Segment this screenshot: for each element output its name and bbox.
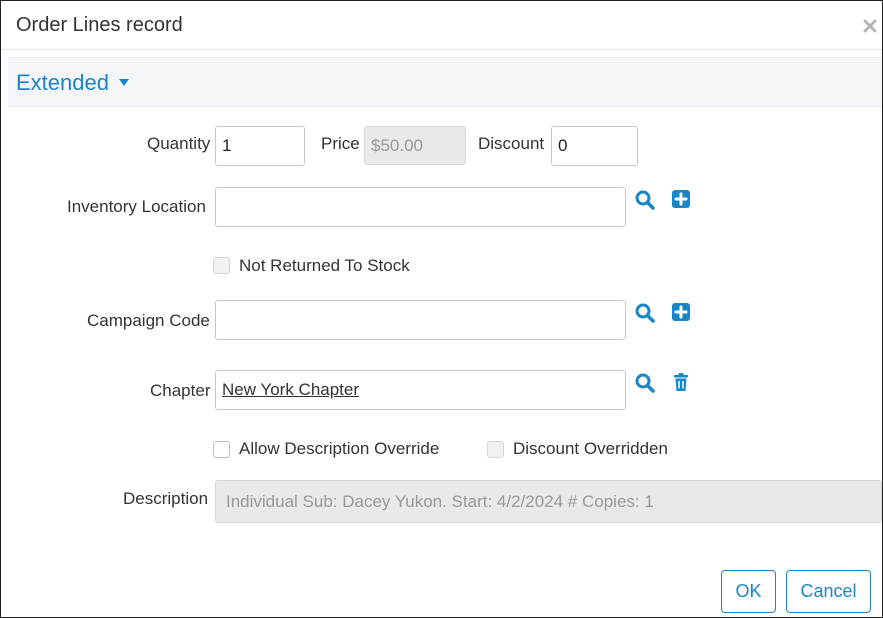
- section-title: Extended: [16, 70, 109, 95]
- plus-square-icon[interactable]: [670, 188, 692, 210]
- description-input: [215, 480, 882, 523]
- search-icon[interactable]: [634, 302, 656, 324]
- not-returned-to-stock-label: Not Returned To Stock: [239, 256, 410, 275]
- allow-description-override-label: Allow Description Override: [239, 439, 440, 458]
- chapter-field[interactable]: New York Chapter: [215, 370, 626, 410]
- description-label: Description: [123, 489, 209, 508]
- discount-input[interactable]: [551, 126, 638, 166]
- chapter-link[interactable]: New York Chapter: [222, 380, 359, 400]
- price-label: Price: [321, 134, 360, 153]
- quantity-label: Quantity: [147, 134, 211, 153]
- plus-square-icon[interactable]: [670, 301, 692, 323]
- discount-overridden-label: Discount Overridden: [513, 439, 668, 458]
- not-returned-to-stock-checkbox[interactable]: [213, 257, 230, 274]
- section-header-extended[interactable]: Extended: [8, 57, 882, 107]
- caret-down-icon: [119, 79, 129, 86]
- ok-button[interactable]: OK: [721, 570, 776, 613]
- inventory-location-label: Inventory Location: [67, 197, 206, 216]
- dialog-titlebar: Order Lines record: [1, 1, 882, 50]
- cancel-button[interactable]: Cancel: [786, 570, 871, 613]
- allow-description-override-checkbox[interactable]: [213, 441, 230, 458]
- discount-overridden-checkbox[interactable]: [487, 441, 504, 458]
- campaign-code-input[interactable]: [215, 300, 626, 340]
- order-lines-dialog: Order Lines record Extended Quantity Pri…: [0, 0, 883, 618]
- price-input: [364, 126, 466, 165]
- search-icon[interactable]: [634, 372, 656, 394]
- inventory-location-input[interactable]: [215, 187, 626, 227]
- dialog-title: Order Lines record: [16, 14, 183, 36]
- quantity-input[interactable]: [215, 126, 305, 166]
- close-icon[interactable]: [862, 18, 878, 34]
- trash-icon[interactable]: [670, 371, 692, 393]
- discount-label: Discount: [478, 134, 545, 153]
- chapter-label: Chapter: [150, 381, 211, 400]
- search-icon[interactable]: [634, 189, 656, 211]
- campaign-code-label: Campaign Code: [87, 311, 210, 330]
